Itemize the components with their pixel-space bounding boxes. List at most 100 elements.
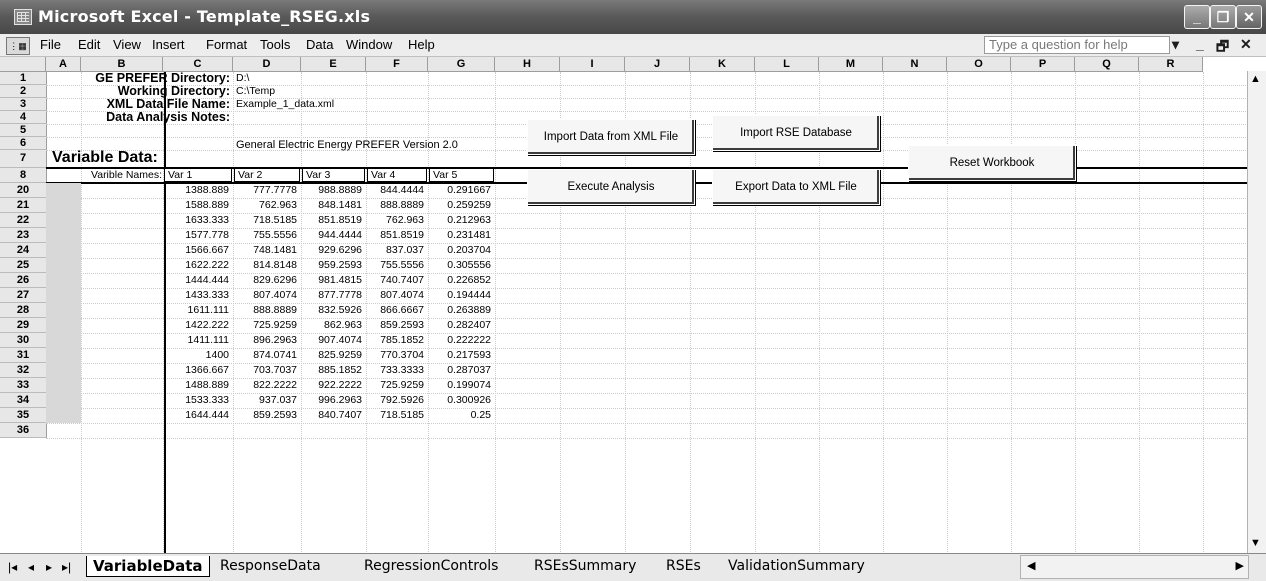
table-cell[interactable]: 0.263889	[428, 304, 491, 316]
import-data-xml-button[interactable]: Import Data from XML File	[527, 119, 695, 155]
table-cell[interactable]: 1488.889	[163, 379, 229, 391]
reset-workbook-button[interactable]: Reset Workbook	[908, 145, 1076, 181]
table-cell[interactable]: 755.5556	[366, 259, 424, 271]
xml-data-file-value[interactable]: Example_1_data.xml	[236, 98, 334, 110]
column-header-k[interactable]: K	[690, 57, 755, 72]
menu-insert[interactable]: Insert	[152, 37, 185, 52]
tab-rses[interactable]: RSEs	[660, 556, 707, 576]
row-header-24[interactable]: 24	[0, 243, 47, 258]
table-cell[interactable]: 0.231481	[428, 229, 491, 241]
import-rse-database-button[interactable]: Import RSE Database	[712, 115, 880, 151]
table-cell[interactable]: 996.2963	[301, 394, 362, 406]
table-cell[interactable]: 929.6296	[301, 244, 362, 256]
table-cell[interactable]: 988.8889	[301, 184, 362, 196]
row-header-32[interactable]: 32	[0, 363, 47, 378]
table-cell[interactable]: 937.037	[233, 394, 297, 406]
menu-data[interactable]: Data	[306, 37, 333, 52]
table-cell[interactable]: 0.282407	[428, 319, 491, 331]
row-header-30[interactable]: 30	[0, 333, 47, 348]
row-header-31[interactable]: 31	[0, 348, 47, 363]
table-cell[interactable]: 807.4074	[233, 289, 297, 301]
table-cell[interactable]: 0.300926	[428, 394, 491, 406]
row-header-1[interactable]: 1	[0, 72, 47, 85]
column-header-l[interactable]: L	[755, 57, 819, 72]
table-cell[interactable]: 770.3704	[366, 349, 424, 361]
var-header-5[interactable]: Var 5	[429, 168, 494, 182]
table-cell[interactable]: 814.8148	[233, 259, 297, 271]
column-header-b[interactable]: B	[81, 57, 163, 72]
table-cell[interactable]: 1444.444	[163, 274, 229, 286]
table-cell[interactable]: 844.4444	[366, 184, 424, 196]
select-all-corner[interactable]	[0, 57, 46, 72]
workbook-close-button[interactable]: ✕	[1240, 36, 1252, 53]
table-cell[interactable]: 1388.889	[163, 184, 229, 196]
table-cell[interactable]: 1622.222	[163, 259, 229, 271]
table-cell[interactable]: 922.2222	[301, 379, 362, 391]
horizontal-scrollbar[interactable]: ◀ ▶	[1020, 555, 1249, 579]
table-cell[interactable]: 762.963	[366, 214, 424, 226]
table-cell[interactable]: 837.037	[366, 244, 424, 256]
menu-window[interactable]: Window	[346, 37, 392, 52]
column-header-m[interactable]: M	[819, 57, 883, 72]
table-cell[interactable]: 0.212963	[428, 214, 491, 226]
row-header-27[interactable]: 27	[0, 288, 47, 303]
table-cell[interactable]: 1533.333	[163, 394, 229, 406]
table-cell[interactable]: 859.2593	[233, 409, 297, 421]
table-cell[interactable]: 1644.444	[163, 409, 229, 421]
menu-view[interactable]: View	[113, 37, 141, 52]
row-header-8[interactable]: 8	[0, 168, 47, 183]
table-cell[interactable]: 1588.889	[163, 199, 229, 211]
table-cell[interactable]: 1633.333	[163, 214, 229, 226]
table-cell[interactable]: 807.4074	[366, 289, 424, 301]
row-header-5[interactable]: 5	[0, 124, 47, 137]
ask-dropdown-icon[interactable]: ▾	[1172, 36, 1179, 53]
ask-question-input[interactable]: Type a question for help	[984, 36, 1170, 54]
column-header-j[interactable]: J	[625, 57, 690, 72]
menu-help[interactable]: Help	[408, 37, 435, 52]
column-header-r[interactable]: R	[1139, 57, 1203, 72]
table-cell[interactable]: 888.8889	[366, 199, 424, 211]
tab-responsedata[interactable]: ResponseData	[214, 556, 327, 576]
table-cell[interactable]: 1366.667	[163, 364, 229, 376]
table-cell[interactable]: 822.2222	[233, 379, 297, 391]
row-header-35[interactable]: 35	[0, 408, 47, 423]
row-header-3[interactable]: 3	[0, 98, 47, 111]
table-cell[interactable]: 1422.222	[163, 319, 229, 331]
working-directory-value[interactable]: C:\Temp	[236, 85, 275, 97]
table-cell[interactable]: 1411.111	[163, 334, 229, 346]
var-header-3[interactable]: Var 3	[302, 168, 365, 182]
table-cell[interactable]: 725.9259	[366, 379, 424, 391]
table-cell[interactable]: 777.7778	[233, 184, 297, 196]
tab-rsessummary[interactable]: RSEsSummary	[528, 556, 642, 576]
table-cell[interactable]: 725.9259	[233, 319, 297, 331]
table-cell[interactable]: 755.5556	[233, 229, 297, 241]
column-header-f[interactable]: F	[366, 57, 428, 72]
tab-variabledata[interactable]: VariableData	[86, 556, 210, 577]
table-cell[interactable]: 0.194444	[428, 289, 491, 301]
tab-regressioncontrols[interactable]: RegressionControls	[358, 556, 504, 576]
row-header-6[interactable]: 6	[0, 137, 47, 150]
row-header-7[interactable]: 7	[0, 150, 47, 168]
row-header-36[interactable]: 36	[0, 423, 47, 438]
excel-app-icon[interactable]	[14, 9, 32, 25]
table-cell[interactable]: 1611.111	[163, 304, 229, 316]
table-cell[interactable]: 851.8519	[366, 229, 424, 241]
column-header-c[interactable]: C	[163, 57, 233, 72]
table-cell[interactable]: 0.226852	[428, 274, 491, 286]
table-cell[interactable]: 0.305556	[428, 259, 491, 271]
tab-prev-icon[interactable]: ◂	[28, 560, 34, 574]
table-cell[interactable]: 829.6296	[233, 274, 297, 286]
table-cell[interactable]: 825.9259	[301, 349, 362, 361]
table-cell[interactable]: 848.1481	[301, 199, 362, 211]
table-cell[interactable]: 1400	[163, 349, 229, 361]
column-header-e[interactable]: E	[301, 57, 366, 72]
table-cell[interactable]: 740.7407	[366, 274, 424, 286]
table-cell[interactable]: 851.8519	[301, 214, 362, 226]
table-cell[interactable]: 981.4815	[301, 274, 362, 286]
table-cell[interactable]: 703.7037	[233, 364, 297, 376]
table-cell[interactable]: 859.2593	[366, 319, 424, 331]
vertical-scrollbar[interactable]: ▲ ▼	[1247, 71, 1266, 553]
menu-edit[interactable]: Edit	[78, 37, 100, 52]
var-header-1[interactable]: Var 1	[164, 168, 232, 182]
row-header-26[interactable]: 26	[0, 273, 47, 288]
